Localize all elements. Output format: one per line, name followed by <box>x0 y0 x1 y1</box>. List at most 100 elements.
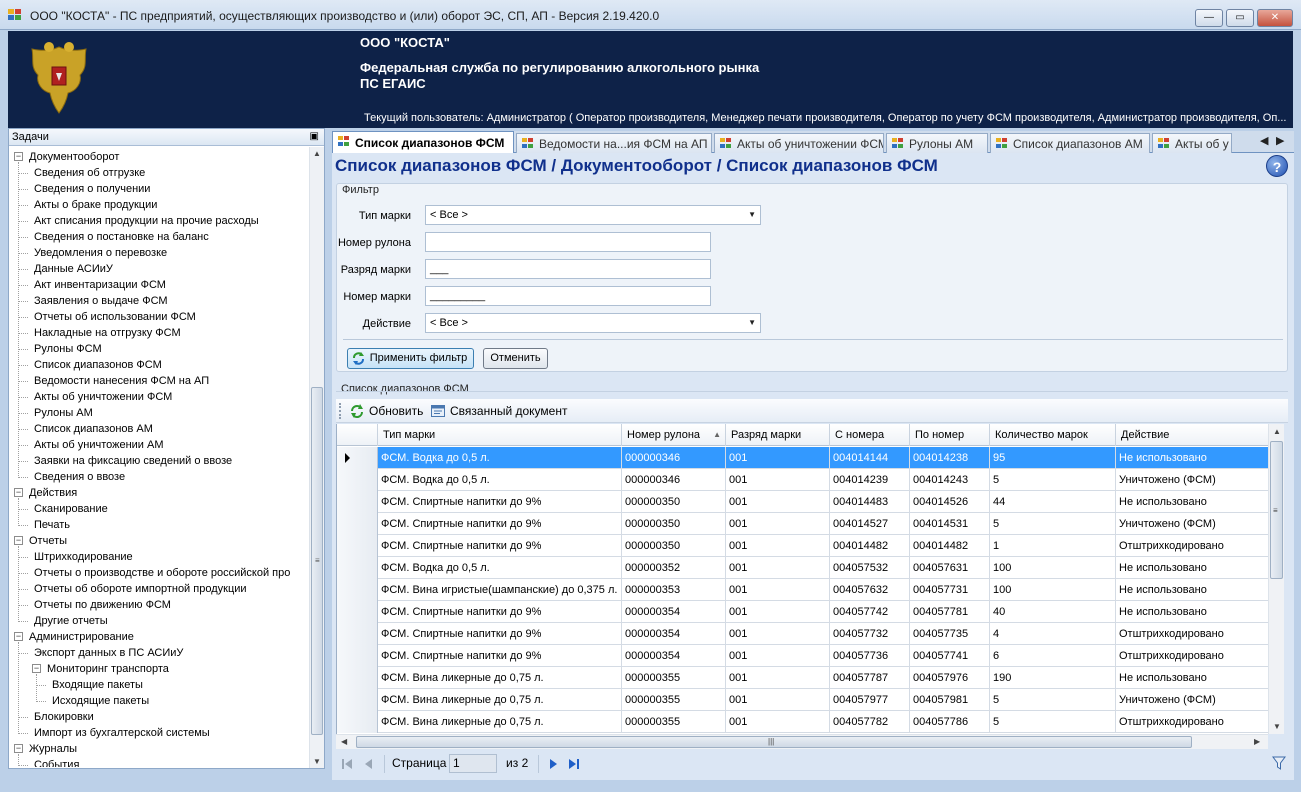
table-cell[interactable]: 004014482 <box>830 535 910 557</box>
row-header[interactable] <box>337 689 378 711</box>
table-cell[interactable]: 004014483 <box>830 491 910 513</box>
tree-item[interactable]: Накладные на отгрузку ФСМ <box>9 325 309 341</box>
tree-item[interactable]: Исходящие пакеты <box>9 693 309 709</box>
table-cell[interactable]: 004057781 <box>910 601 990 623</box>
tree-scroll-thumb[interactable]: ≡ <box>311 387 323 735</box>
table-cell[interactable]: 5 <box>990 513 1116 535</box>
mark-rank-input[interactable]: ___ <box>425 259 711 279</box>
table-cell[interactable]: 000000352 <box>622 557 726 579</box>
table-cell[interactable]: ФСМ. Водка до 0,5 л. <box>378 469 622 491</box>
table-cell[interactable]: 000000350 <box>622 513 726 535</box>
tree-item[interactable]: Сведения об отгрузке <box>9 165 309 181</box>
table-cell[interactable]: 5 <box>990 711 1116 733</box>
table-cell[interactable]: ФСМ. Вина игристые(шампанские) до 0,375 … <box>378 579 622 601</box>
table-cell[interactable]: 004014531 <box>910 513 990 535</box>
table-cell[interactable]: ФСМ. Спиртные напитки до 9% <box>378 491 622 513</box>
table-cell[interactable]: 004057787 <box>830 667 910 689</box>
pin-icon[interactable]: ▣ <box>310 131 319 142</box>
scroll-up-icon[interactable]: ▲ <box>1273 427 1281 436</box>
tree-expander-icon[interactable]: − <box>32 664 41 673</box>
table-cell[interactable]: 004057977 <box>830 689 910 711</box>
tree-item[interactable]: Список диапазонов ФСМ <box>9 357 309 373</box>
table-cell[interactable]: 000000354 <box>622 623 726 645</box>
tree-item[interactable]: − Мониторинг транспорта <box>9 661 309 677</box>
column-header[interactable]: Тип марки <box>378 424 622 446</box>
table-cell[interactable]: 001 <box>726 491 830 513</box>
scroll-down-icon[interactable]: ▼ <box>313 757 321 766</box>
table-cell[interactable]: 1 <box>990 535 1116 557</box>
table-cell[interactable]: 004057742 <box>830 601 910 623</box>
row-header[interactable] <box>337 601 378 623</box>
tree-item[interactable]: Акты об уничтожении АМ <box>9 437 309 453</box>
table-cell[interactable]: 001 <box>726 667 830 689</box>
table-row[interactable]: ФСМ. Спиртные напитки до 9% 000000350 001 0… <box>337 491 1268 513</box>
row-header[interactable] <box>337 645 378 667</box>
close-button[interactable]: ✕ <box>1257 9 1293 27</box>
table-cell[interactable]: 001 <box>726 601 830 623</box>
tree-item[interactable]: Сведения о ввозе <box>9 469 309 485</box>
tree-item[interactable]: Акт списания продукции на прочие расходы <box>9 213 309 229</box>
table-cell[interactable]: Уничтожено (ФСМ) <box>1116 469 1268 491</box>
table-cell[interactable]: 95 <box>990 447 1116 469</box>
row-header[interactable] <box>337 623 378 645</box>
tab-item[interactable]: Ведомости на...ия ФСМ на АП <box>516 133 712 153</box>
tree-item[interactable]: − Журналы <box>9 741 309 757</box>
table-row[interactable]: ФСМ. Вина ликерные до 0,75 л. 000000355 00… <box>337 711 1268 733</box>
table-cell[interactable]: Не использовано <box>1116 447 1268 469</box>
table-cell[interactable]: 004014527 <box>830 513 910 535</box>
tree-item[interactable]: Сведения о постановке на баланс <box>9 229 309 245</box>
table-cell[interactable]: ФСМ. Спиртные напитки до 9% <box>378 513 622 535</box>
tree-expander-icon[interactable]: − <box>14 536 23 545</box>
tree-item[interactable]: Список диапазонов АМ <box>9 421 309 437</box>
table-row[interactable]: ФСМ. Вина ликерные до 0,75 л. 000000355 00… <box>337 667 1268 689</box>
table-cell[interactable]: 5 <box>990 689 1116 711</box>
tree-item[interactable]: Акты о браке продукции <box>9 197 309 213</box>
tab-scroll-left-icon[interactable]: ◀ <box>1260 134 1268 147</box>
mark-number-input[interactable]: _________ <box>425 286 711 306</box>
row-header[interactable] <box>337 557 378 579</box>
table-cell[interactable]: 001 <box>726 689 830 711</box>
tree-item[interactable]: Входящие пакеты <box>9 677 309 693</box>
roll-number-input[interactable] <box>425 232 711 252</box>
table-cell[interactable]: 004057732 <box>830 623 910 645</box>
tree-item[interactable]: Рулоны АМ <box>9 405 309 421</box>
help-icon[interactable]: ? <box>1266 155 1288 177</box>
table-cell[interactable]: 004057786 <box>910 711 990 733</box>
table-cell[interactable]: 44 <box>990 491 1116 513</box>
mark-type-select[interactable]: < Все > ▼ <box>425 205 761 225</box>
table-cell[interactable]: 001 <box>726 447 830 469</box>
table-cell[interactable]: Отштрихкодировано <box>1116 645 1268 667</box>
table-cell[interactable]: 001 <box>726 469 830 491</box>
tree-item[interactable]: Отчеты по движению ФСМ <box>9 597 309 613</box>
table-cell[interactable]: 001 <box>726 513 830 535</box>
tab-item[interactable]: Список диапазонов АМ <box>990 133 1150 153</box>
table-cell[interactable]: 001 <box>726 645 830 667</box>
table-cell[interactable]: ФСМ. Вина ликерные до 0,75 л. <box>378 711 622 733</box>
table-cell[interactable]: 100 <box>990 557 1116 579</box>
table-cell[interactable]: 004057735 <box>910 623 990 645</box>
table-cell[interactable]: 004057632 <box>830 579 910 601</box>
tree-item[interactable]: − Отчеты <box>9 533 309 549</box>
row-header[interactable] <box>337 447 378 469</box>
table-cell[interactable]: ФСМ. Вина ликерные до 0,75 л. <box>378 689 622 711</box>
column-header[interactable]: Количество марок <box>990 424 1116 446</box>
scroll-left-icon[interactable]: ◀ <box>341 737 347 746</box>
tree-expander-icon[interactable]: − <box>14 632 23 641</box>
tree-item[interactable]: − Документооборот <box>9 149 309 165</box>
table-cell[interactable]: ФСМ. Спиртные напитки до 9% <box>378 601 622 623</box>
table-cell[interactable]: 001 <box>726 711 830 733</box>
tab-item[interactable]: Рулоны АМ <box>886 133 988 153</box>
tree-item[interactable]: Данные АСИиУ <box>9 261 309 277</box>
column-header[interactable]: Номер рулона ▲ <box>622 424 726 446</box>
tree-item[interactable]: Блокировки <box>9 709 309 725</box>
table-cell[interactable]: 004057736 <box>830 645 910 667</box>
tab-item[interactable]: Акты об у <box>1152 133 1232 153</box>
table-cell[interactable]: Уничтожено (ФСМ) <box>1116 689 1268 711</box>
tab-scroll-right-icon[interactable]: ▶ <box>1276 134 1284 147</box>
tree-item[interactable]: Отчеты об использовании ФСМ <box>9 309 309 325</box>
table-cell[interactable]: 004014239 <box>830 469 910 491</box>
table-cell[interactable]: 000000355 <box>622 667 726 689</box>
tree-item[interactable]: Штрихкодирование <box>9 549 309 565</box>
table-cell[interactable]: 000000350 <box>622 535 726 557</box>
table-cell[interactable]: 4 <box>990 623 1116 645</box>
